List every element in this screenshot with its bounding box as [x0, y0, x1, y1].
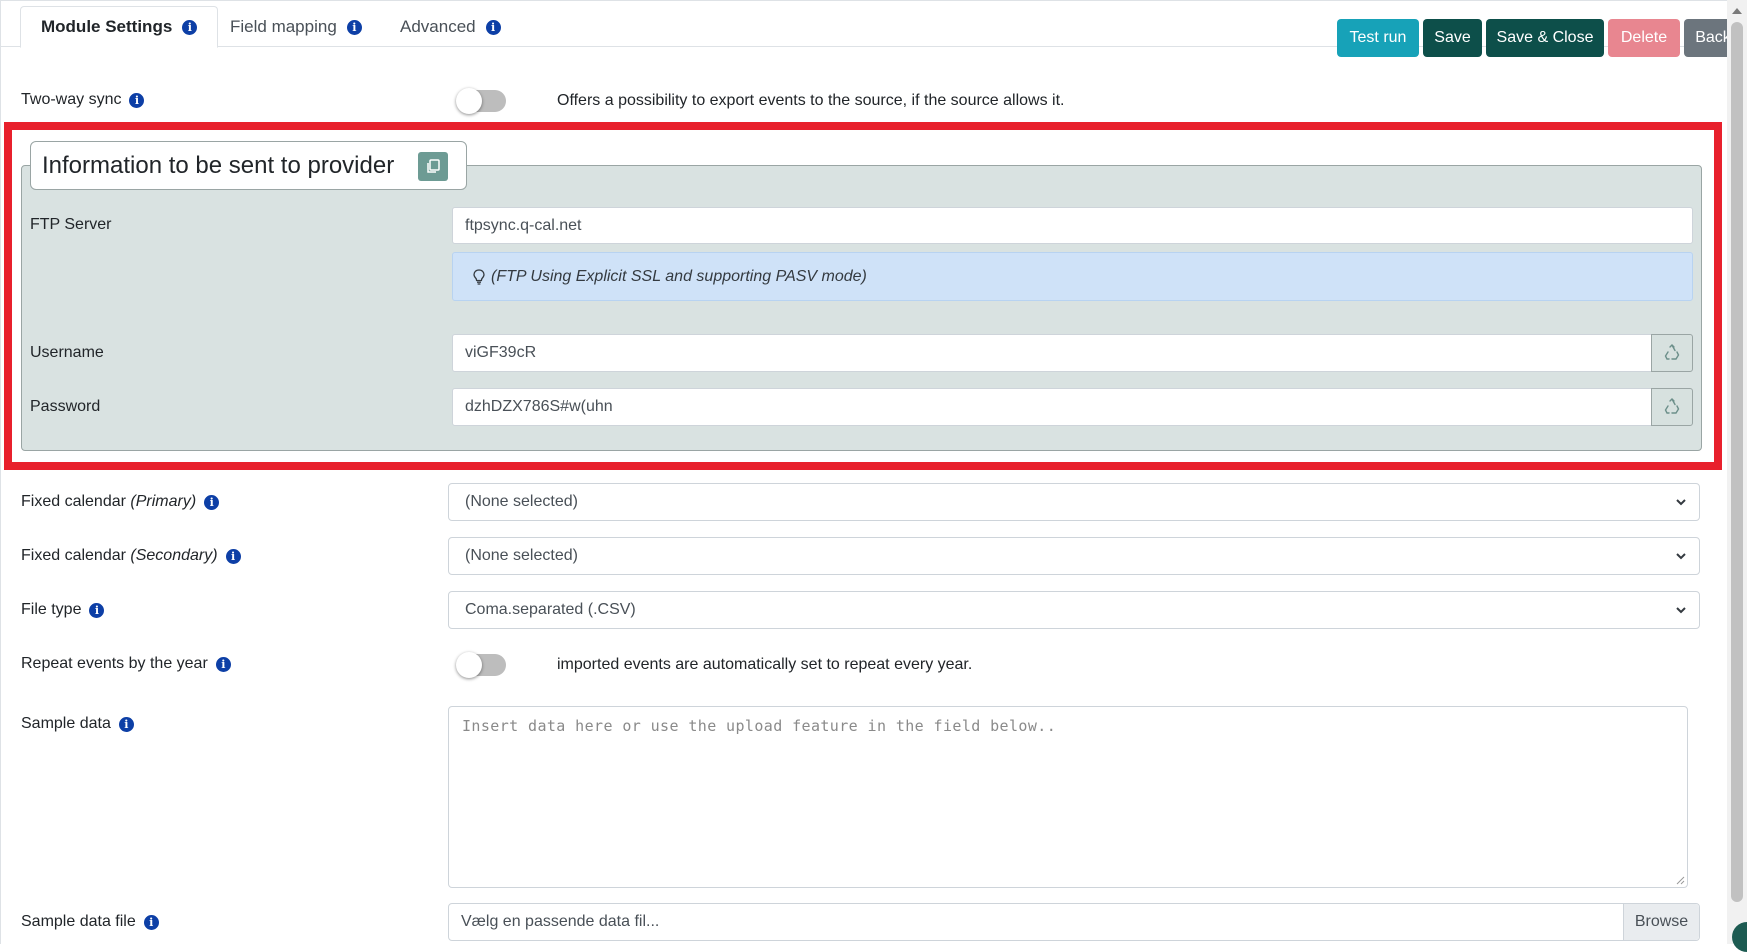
sample-data-file-label: Sample data file i — [21, 910, 159, 934]
sample-data-textarea[interactable]: Insert data here or use the upload featu… — [448, 706, 1688, 888]
fixed-calendar-secondary-label: Fixed calendar (Secondary) i — [21, 544, 241, 568]
chevron-down-icon — [1676, 607, 1686, 614]
save-close-button[interactable]: Save & Close — [1486, 19, 1604, 57]
info-icon[interactable]: i — [215, 656, 231, 672]
scroll-up-arrow-icon[interactable] — [1732, 8, 1742, 14]
browse-button[interactable]: Browse — [1623, 904, 1699, 940]
label-text: Two-way sync — [21, 91, 122, 108]
info-icon[interactable]: i — [143, 914, 159, 930]
resize-handle-icon[interactable] — [1675, 875, 1685, 885]
file-placeholder: Vælg en passende data fil... — [461, 913, 660, 930]
info-icon[interactable]: i — [118, 716, 134, 732]
tab-advanced[interactable]: Advanced i — [380, 6, 521, 48]
info-icon[interactable]: i — [182, 19, 198, 35]
tab-field-mapping[interactable]: Field mapping i — [210, 6, 382, 48]
fixed-calendar-secondary-select[interactable]: (None selected) — [448, 537, 1700, 575]
sample-data-label: Sample data i — [21, 712, 134, 736]
label-qualifier: (Secondary) — [130, 547, 218, 564]
two-way-sync-label: Two-way sync i — [21, 88, 145, 112]
highlight-box — [4, 122, 1722, 470]
file-type-label: File type i — [21, 598, 105, 622]
repeat-events-description: imported events are automatically set to… — [557, 656, 973, 673]
fixed-calendar-primary-label: Fixed calendar (Primary) i — [21, 490, 220, 514]
label-main: Fixed calendar — [21, 547, 126, 564]
info-icon[interactable]: i — [204, 494, 220, 510]
info-icon[interactable]: i — [225, 548, 241, 564]
info-icon[interactable]: i — [129, 92, 145, 108]
save-button[interactable]: Save — [1423, 19, 1482, 57]
label-main: Fixed calendar — [21, 493, 126, 510]
file-type-select[interactable]: Coma.separated (.CSV) — [448, 591, 1700, 629]
repeat-events-toggle[interactable] — [456, 652, 506, 678]
chevron-down-icon — [1676, 499, 1686, 506]
test-run-button[interactable]: Test run — [1337, 19, 1419, 57]
info-icon[interactable]: i — [89, 602, 105, 618]
tab-module-settings[interactable]: Module Settings i — [20, 6, 219, 48]
label-text: File type — [21, 601, 82, 618]
info-icon[interactable]: i — [346, 19, 362, 35]
label-qualifier: (Primary) — [130, 493, 197, 510]
tab-label: Field mapping — [230, 17, 337, 36]
tab-label: Module Settings — [41, 17, 173, 36]
label-text: Sample data — [21, 715, 111, 732]
vertical-scrollbar[interactable] — [1727, 0, 1747, 944]
repeat-events-label: Repeat events by the year i — [21, 652, 231, 676]
delete-button[interactable]: Delete — [1608, 19, 1680, 57]
label-text: Fixed calendar (Primary) — [21, 493, 196, 511]
textarea-placeholder: Insert data here or use the upload featu… — [462, 717, 1057, 735]
two-way-sync-description: Offers a possibility to export events to… — [557, 92, 1065, 109]
label-text: Fixed calendar (Secondary) — [21, 547, 218, 565]
info-icon[interactable]: i — [485, 19, 501, 35]
selected-value: (None selected) — [465, 493, 578, 510]
label-text: Repeat events by the year — [21, 655, 208, 672]
tab-label: Advanced — [400, 17, 476, 36]
label-text: Sample data file — [21, 913, 136, 930]
chevron-down-icon — [1676, 553, 1686, 560]
fixed-calendar-primary-select[interactable]: (None selected) — [448, 483, 1700, 521]
sample-data-file-input[interactable]: Vælg en passende data fil... Browse — [448, 903, 1700, 941]
selected-value: (None selected) — [465, 547, 578, 564]
two-way-sync-toggle[interactable] — [456, 88, 506, 114]
selected-value: Coma.separated (.CSV) — [465, 601, 636, 618]
scrollbar-thumb[interactable] — [1731, 22, 1743, 902]
